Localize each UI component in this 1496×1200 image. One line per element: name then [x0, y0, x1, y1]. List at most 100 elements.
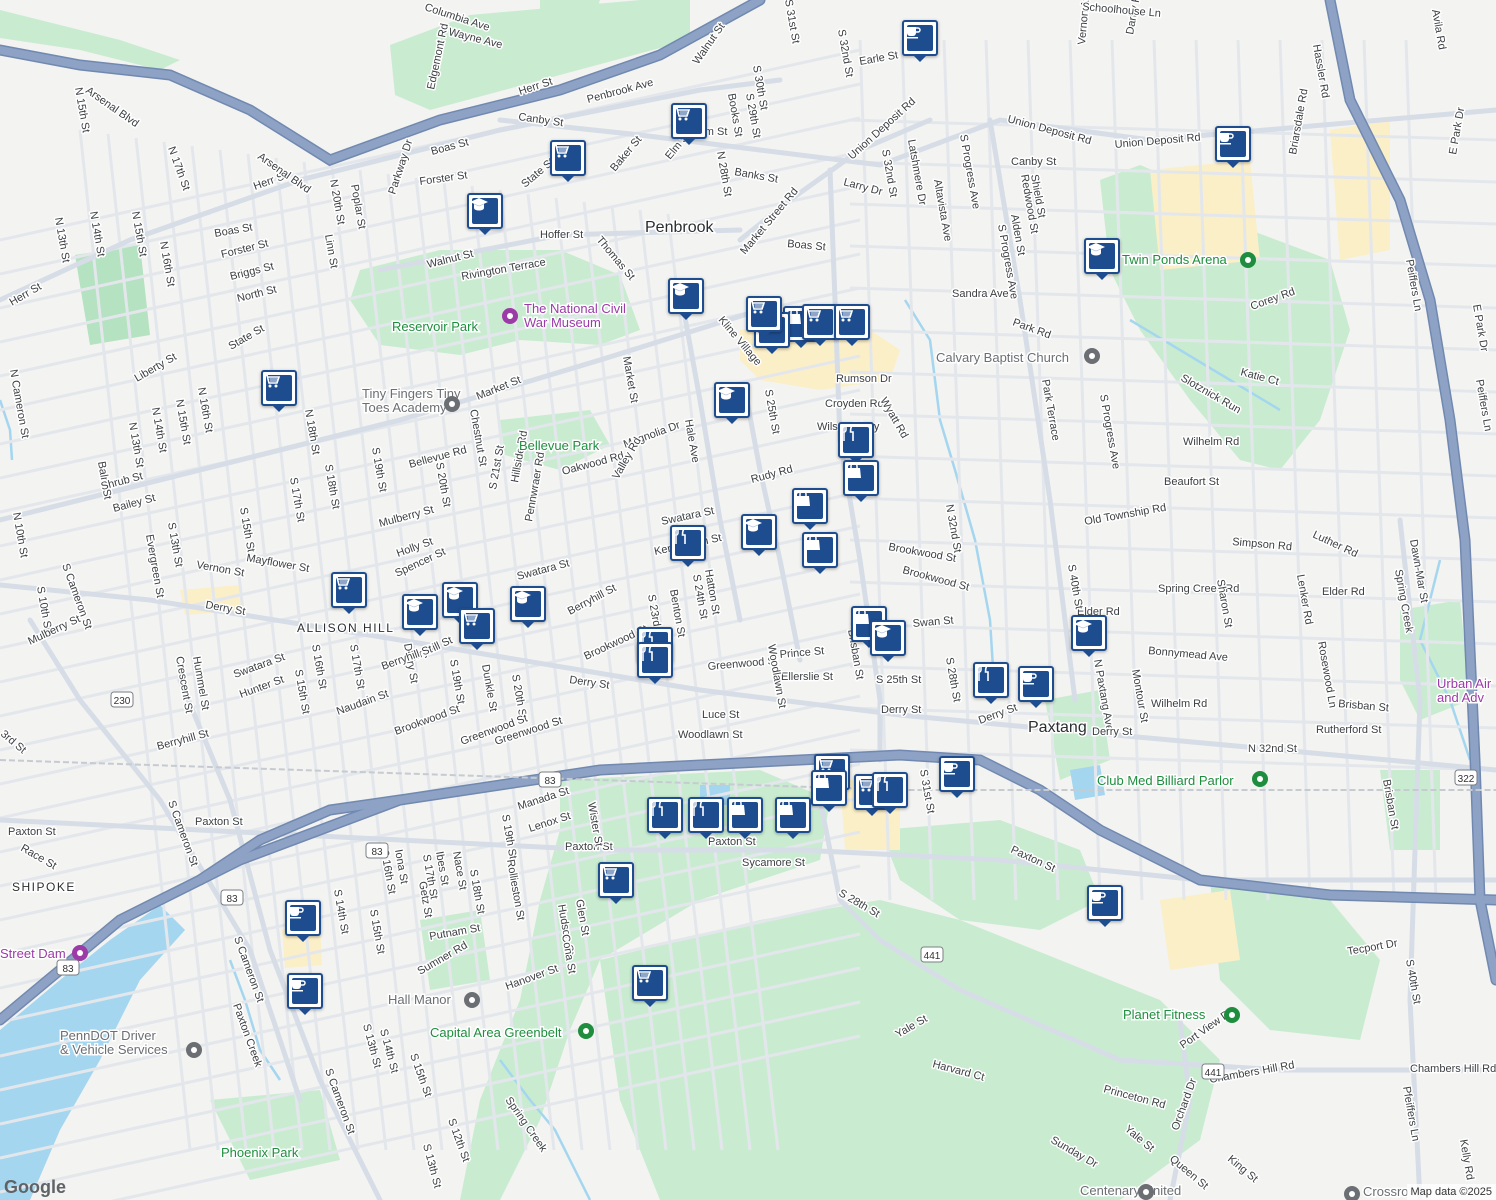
street-label: Luce St: [702, 709, 739, 721]
creek-label: Spring Creek: [1392, 568, 1415, 634]
commercial-area: [1330, 120, 1390, 260]
map-pin-shopping-bag[interactable]: [775, 797, 811, 839]
shopping-cart-icon: [837, 308, 865, 335]
street-label: Pennwraer Rd: [523, 451, 547, 522]
map-pin-restaurant[interactable]: [838, 422, 874, 464]
svg-text:83: 83: [371, 847, 383, 858]
shopping-cart-icon: [805, 308, 833, 335]
coffee-icon: [943, 761, 970, 787]
street-label: S 14th St: [377, 1028, 400, 1075]
street-label: Herr St: [8, 281, 44, 309]
street-label: N 10th St: [10, 511, 30, 558]
street-label: Books St: [725, 92, 744, 137]
map-attribution[interactable]: Map data ©2025: [1406, 1184, 1496, 1200]
shopping-bag-icon: [796, 490, 823, 519]
map-pin-shopping-cart[interactable]: [331, 572, 367, 614]
map-pin-shopping-bag[interactable]: [811, 770, 847, 812]
street-label: Sandra Ave: [952, 288, 1009, 300]
map-pin-coffee[interactable]: [1018, 666, 1054, 708]
street-label: Pfeiffers Ln: [1400, 1085, 1421, 1142]
map-pin-shopping-bag[interactable]: [843, 460, 879, 502]
map-pin-coffee[interactable]: [287, 973, 323, 1015]
street-label: Paxton St: [8, 826, 56, 838]
map-pin-shopping-bag[interactable]: [727, 797, 763, 839]
map-pin-shopping-cart[interactable]: [671, 103, 707, 145]
street-label: Canby St: [1011, 156, 1056, 168]
poi-label: Twin Ponds Arena: [1122, 252, 1228, 267]
area-label: Paxtang: [1028, 719, 1087, 736]
map-pin-restaurant[interactable]: [670, 525, 706, 567]
map-base: Columbia AveWayne AveEdgemont Rd Herr StH…: [0, 0, 1496, 1200]
map-pin-graduation-cap[interactable]: [870, 620, 906, 662]
map-pin-coffee[interactable]: [285, 900, 321, 942]
map-pin-coffee[interactable]: [902, 20, 938, 62]
street-label: King St: [1225, 1153, 1260, 1185]
street-label: S 25th St: [876, 674, 921, 686]
poi-label: Hall Manor: [388, 992, 452, 1007]
map-pin-restaurant[interactable]: [688, 797, 724, 839]
restaurant-icon: [673, 527, 701, 556]
poi-label: Urban Air: [1437, 676, 1492, 691]
poi-label: Toes Academy: [362, 400, 447, 415]
map-pin-shopping-cart[interactable]: [261, 370, 297, 412]
coffee-icon: [1022, 671, 1049, 697]
map-pin-graduation-cap[interactable]: [467, 193, 503, 235]
street-label: Croyden Rd: [825, 398, 884, 410]
route-shield: 441: [1201, 1063, 1225, 1080]
poi-label: Planet Fitness: [1123, 1007, 1206, 1022]
street-label: Paxton St: [565, 841, 613, 853]
graduation-cap-icon: [671, 283, 699, 309]
map-pin-restaurant[interactable]: [973, 662, 1009, 704]
street-label: Briarsdale Rd: [1287, 88, 1310, 156]
street-label: Forster St: [220, 238, 270, 261]
poi-label: Calvary Baptist Church: [936, 350, 1069, 365]
map-pin-graduation-cap[interactable]: [668, 278, 704, 320]
map-pin-shopping-cart[interactable]: [802, 304, 838, 346]
street-label: Briggs St: [229, 260, 275, 282]
map-pin-shopping-cart[interactable]: [632, 965, 668, 1007]
poi-label: PennDOT Driver: [60, 1028, 157, 1043]
route-shield: 83: [365, 842, 389, 859]
map-pin-shopping-cart[interactable]: [550, 140, 586, 182]
shopping-cart-icon: [635, 969, 663, 996]
map-canvas[interactable]: Columbia Ave Wayne Ave Edgemont Rd Herr St H…: [0, 0, 1496, 1200]
street-label: S 32nd St: [835, 28, 855, 78]
map-pin-shopping-bag[interactable]: [802, 532, 838, 574]
street-label: Rudy Rd: [750, 463, 794, 486]
street-label: E Park Dr: [1470, 303, 1490, 352]
map-pin-restaurant[interactable]: [647, 797, 683, 839]
street-label: Derry St: [881, 704, 921, 716]
restaurant-icon: [691, 799, 719, 828]
map-pin-coffee[interactable]: [1215, 126, 1251, 168]
street-label: Wilhelm Rd: [1183, 436, 1239, 448]
map-pin-shopping-cart[interactable]: [746, 296, 782, 338]
street-label: Woodlawn St: [678, 729, 743, 741]
street-label: Sycamore St: [742, 857, 805, 869]
street-label: Larry Dr: [842, 176, 884, 198]
shopping-cart-icon: [553, 144, 581, 171]
street-label: Beaufort St: [1164, 476, 1219, 488]
street-label: N 28th St: [714, 150, 734, 197]
street-label: Derry St: [1092, 726, 1132, 738]
restaurant-icon: [841, 424, 869, 453]
poi-label: Capital Area Greenbelt: [430, 1025, 562, 1040]
poi-label: Centenary United: [1080, 1183, 1181, 1198]
map-pin-graduation-cap[interactable]: [510, 586, 546, 628]
map-pin-shopping-cart[interactable]: [834, 304, 870, 346]
map-pin-shopping-cart[interactable]: [459, 608, 495, 650]
map-pin-graduation-cap[interactable]: [1084, 238, 1120, 280]
map-pin-graduation-cap[interactable]: [714, 382, 750, 424]
map-pin-graduation-cap[interactable]: [402, 594, 438, 636]
map-pin-graduation-cap[interactable]: [741, 514, 777, 556]
map-pin-graduation-cap[interactable]: [1071, 615, 1107, 657]
map-pin-coffee[interactable]: [939, 756, 975, 798]
graduation-cap-icon: [513, 591, 541, 617]
map-pin-restaurant[interactable]: [872, 772, 908, 814]
shopping-bag-icon: [815, 772, 842, 801]
map-pin-shopping-bag[interactable]: [792, 488, 828, 530]
map-pin-coffee[interactable]: [1087, 885, 1123, 927]
map-pin-shopping-cart[interactable]: [598, 862, 634, 904]
map-pin-restaurant[interactable]: [637, 642, 673, 684]
street-label: Rutherford St: [1316, 724, 1381, 736]
street-label: S 15th St: [407, 1052, 434, 1099]
